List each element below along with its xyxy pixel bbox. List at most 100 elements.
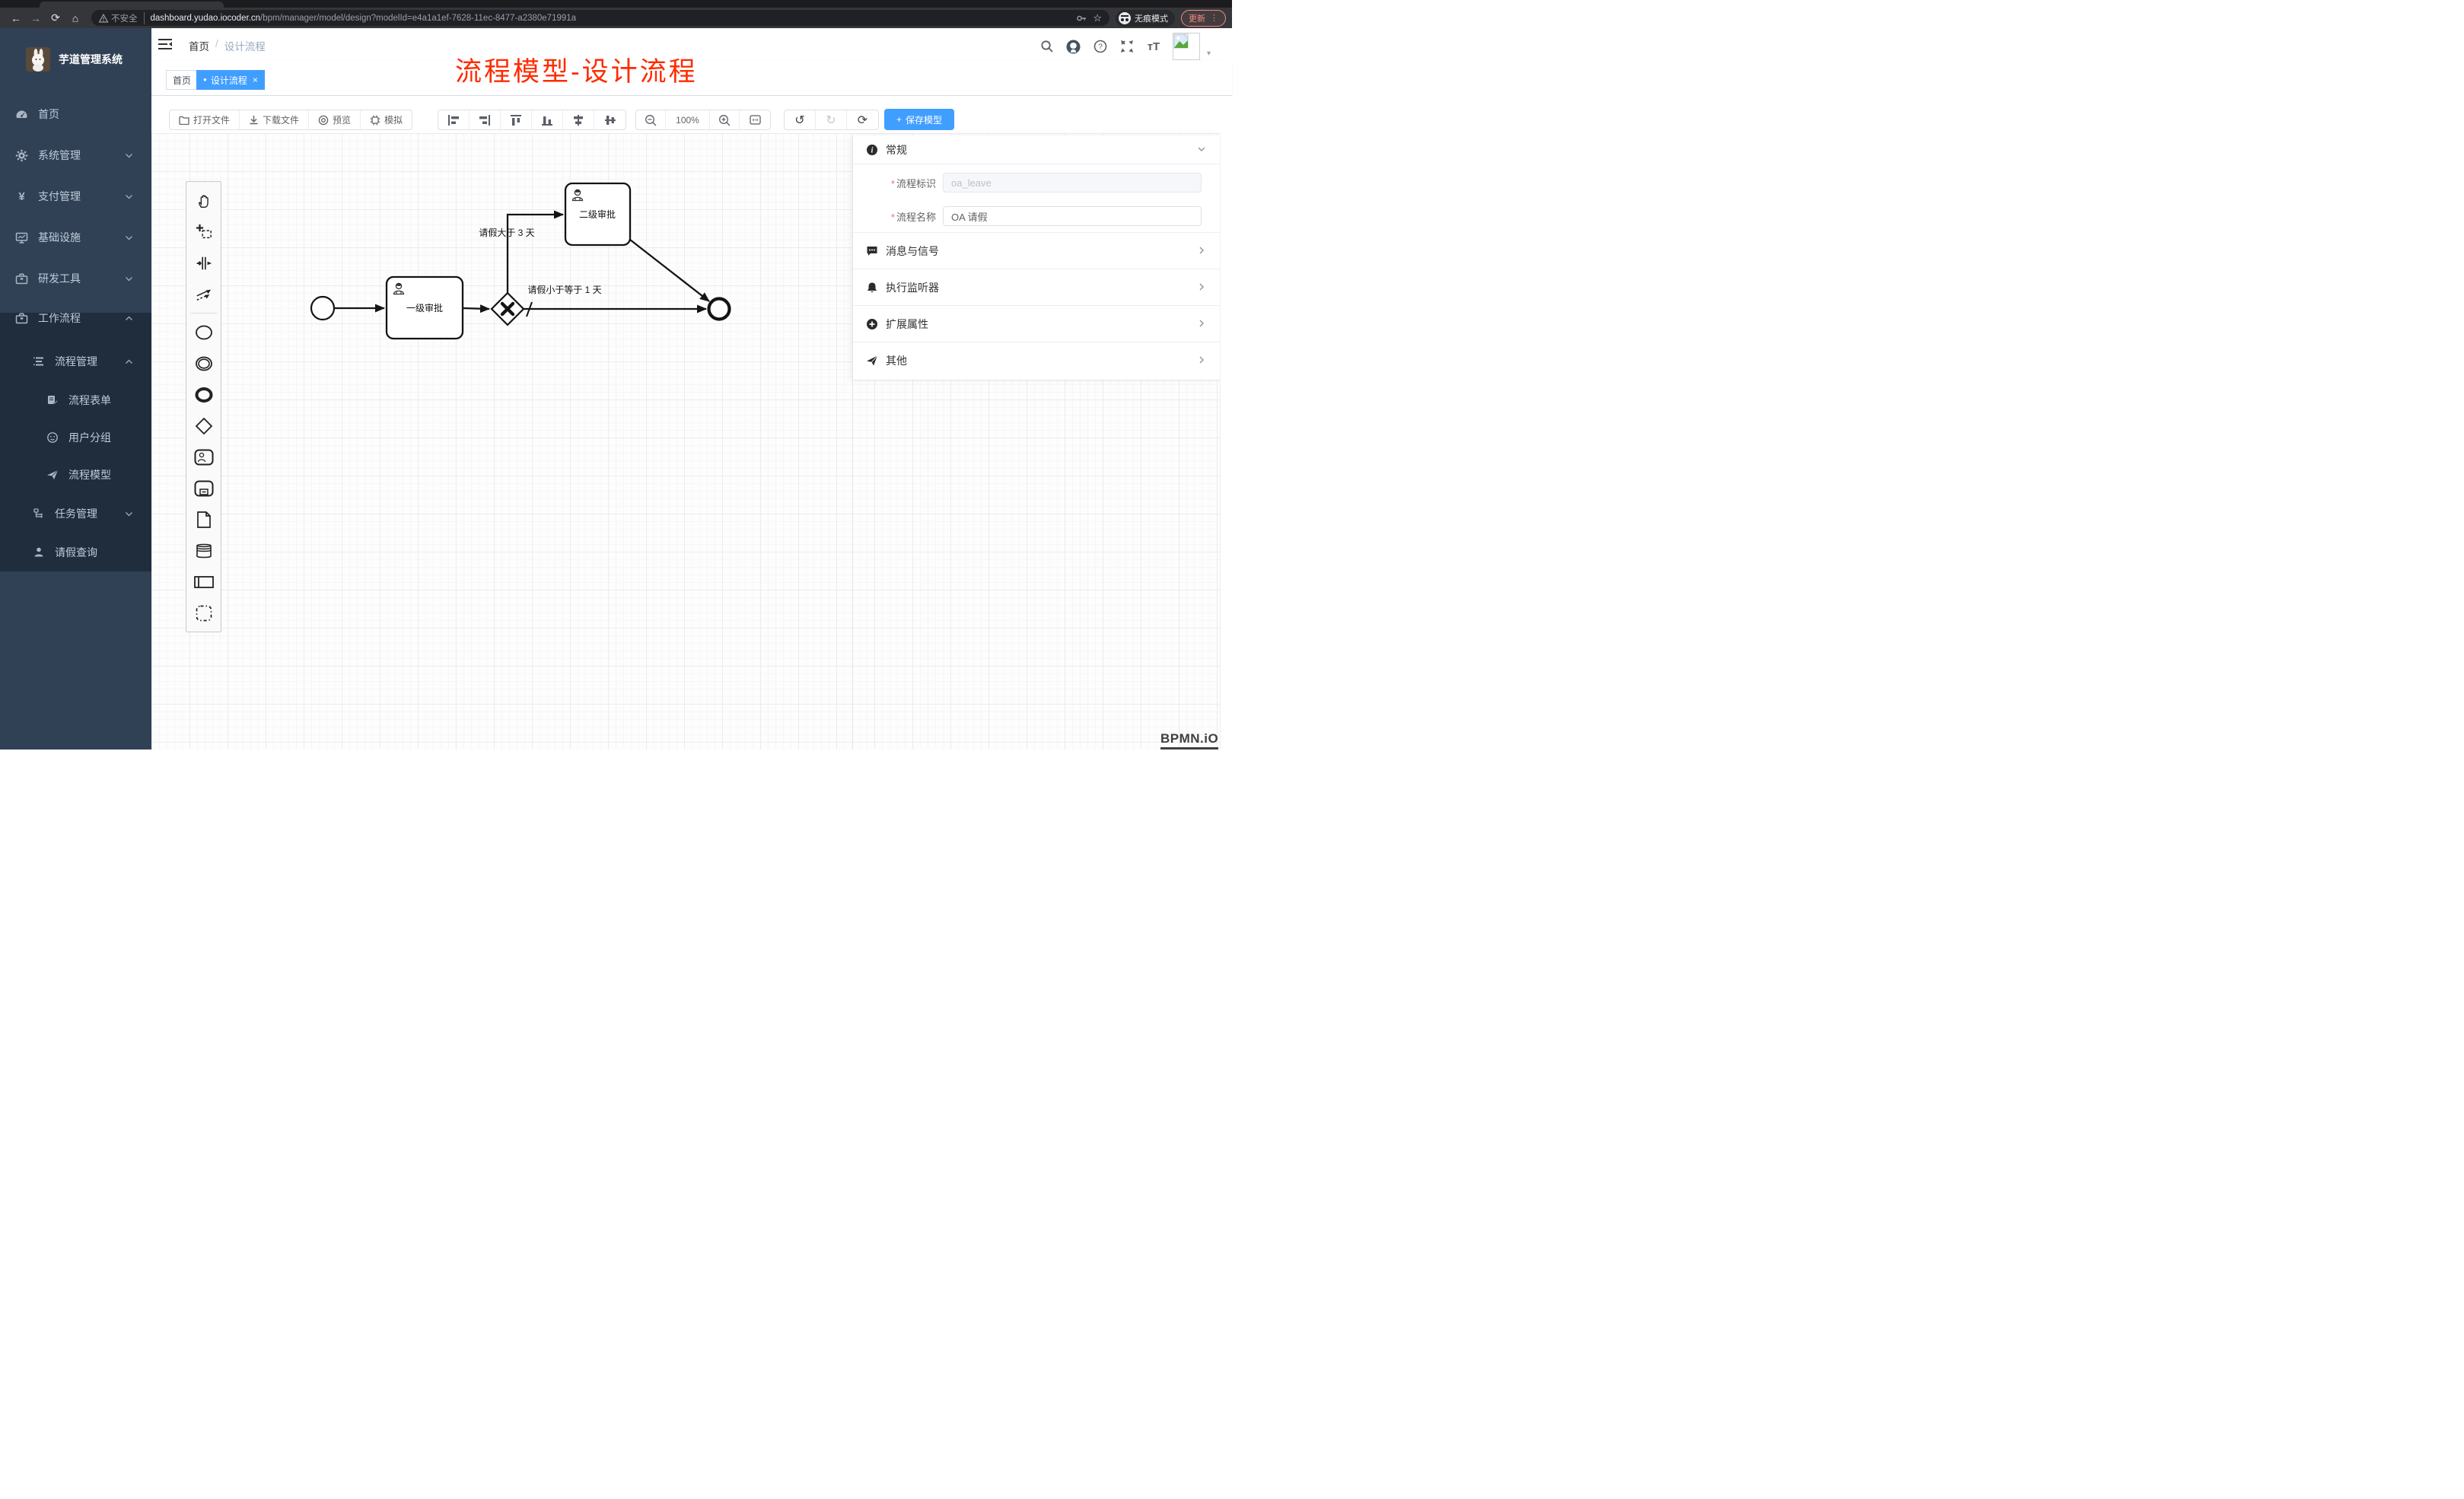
- sidebar-item-task-mgmt[interactable]: 任务管理: [0, 495, 151, 533]
- bookmark-star-icon[interactable]: ☆: [1093, 12, 1102, 24]
- task-level1[interactable]: 一级审批: [387, 277, 463, 339]
- help-icon[interactable]: ?: [1093, 39, 1108, 54]
- sidebar-item-payment[interactable]: ¥ 支付管理: [0, 176, 151, 217]
- github-icon[interactable]: [1066, 39, 1081, 54]
- align-bottom-button[interactable]: [532, 110, 563, 129]
- zoom-value: 100%: [676, 115, 699, 126]
- zoom-in-button[interactable]: [710, 110, 740, 129]
- flow-task1-to-gateway[interactable]: [463, 308, 489, 309]
- tab-home[interactable]: 首页: [166, 70, 198, 90]
- section-listeners[interactable]: 执行监听器: [853, 269, 1220, 306]
- section-extensions[interactable]: 扩展属性: [853, 306, 1220, 342]
- sidebar-item-leave-query[interactable]: 请假查询: [0, 533, 151, 571]
- process-name-input[interactable]: [943, 206, 1202, 226]
- align-right-button[interactable]: [470, 110, 501, 129]
- align-top-button[interactable]: [501, 110, 532, 129]
- zoom-button-group: 100%: [635, 110, 771, 130]
- collapse-sidebar-icon[interactable]: [158, 38, 172, 50]
- home-icon[interactable]: ⌂: [65, 12, 85, 24]
- fullscreen-icon[interactable]: [1119, 39, 1135, 54]
- scrollbar[interactable]: [1220, 133, 1232, 750]
- zoom-out-button[interactable]: [636, 110, 666, 129]
- start-event[interactable]: [311, 297, 334, 320]
- tab-label: 设计流程: [211, 74, 247, 87]
- end-event[interactable]: [709, 299, 730, 320]
- section-general[interactable]: i 常规: [853, 135, 1220, 164]
- chevron-up-icon: [125, 314, 133, 323]
- back-icon[interactable]: ←: [6, 12, 26, 24]
- font-size-icon[interactable]: тT: [1146, 39, 1161, 54]
- section-title: 常规: [886, 142, 907, 158]
- search-icon[interactable]: [1039, 39, 1055, 54]
- sidebar-item-label: 请假查询: [55, 545, 97, 560]
- section-title: 执行监听器: [886, 280, 939, 295]
- sidebar-item-workflow[interactable]: 工作流程: [0, 299, 151, 337]
- browser-tab[interactable]: [40, 2, 224, 8]
- align-center-vertical-button[interactable]: [594, 110, 626, 129]
- url-bar[interactable]: 不安全 dashboard.yudao.iocoder.cn/bpm/manag…: [91, 10, 1109, 26]
- update-button[interactable]: 更新 ⋮: [1181, 10, 1226, 27]
- align-center-horizontal-button[interactable]: [563, 110, 594, 129]
- reload-icon[interactable]: ⟳: [46, 11, 65, 24]
- incognito-label: 无痕模式: [1135, 12, 1168, 24]
- flow-gateway-to-task2[interactable]: [508, 215, 563, 293]
- undo-button[interactable]: ↺: [785, 110, 816, 129]
- zoom-level: 100%: [666, 110, 710, 129]
- redo-icon: ↻: [826, 113, 836, 128]
- restart-button[interactable]: ⟳: [847, 110, 878, 129]
- browser-menu-icon[interactable]: ⋮: [1210, 13, 1218, 23]
- download-file-button[interactable]: 下载文件: [240, 110, 309, 129]
- simulate-button[interactable]: 模拟: [361, 110, 412, 129]
- sidebar-item-devtools[interactable]: 研发工具: [0, 258, 151, 299]
- document-edit-icon: [46, 394, 59, 407]
- sidebar-item-process-mgmt[interactable]: 流程管理: [0, 342, 151, 380]
- dashboard-icon: [15, 108, 28, 121]
- sidebar-item-process-form[interactable]: 流程表单: [0, 381, 151, 419]
- update-label: 更新: [1189, 12, 1205, 24]
- flow-label-le1: 请假小于等于 1 天: [527, 285, 601, 295]
- breadcrumb-home[interactable]: 首页: [189, 38, 209, 53]
- file-button-group: 打开文件 下载文件 预览 模拟: [169, 110, 412, 130]
- info-icon: i: [866, 144, 878, 156]
- section-other[interactable]: 其他: [853, 342, 1220, 379]
- exclusive-gateway[interactable]: [492, 293, 524, 325]
- sidebar-item-infra[interactable]: 基础设施: [0, 217, 151, 258]
- chevron-down-icon: [125, 234, 133, 242]
- monitor-icon: [15, 231, 28, 244]
- flow-label-gt3: 请假大于 3 天: [479, 228, 534, 238]
- avatar[interactable]: [1173, 33, 1200, 60]
- sidebar-item-home[interactable]: 首页: [0, 94, 151, 135]
- task-label: 一级审批: [406, 302, 443, 313]
- flow-task2-to-end[interactable]: [630, 240, 709, 301]
- logo-avatar: [26, 47, 50, 72]
- sidebar-item-user-group[interactable]: 用户分组: [0, 419, 151, 457]
- sidebar-item-process-model[interactable]: 流程模型: [0, 456, 151, 494]
- browser-chrome: ← → ⟳ ⌂ 不安全 dashboard.yudao.iocoder.cn/b…: [0, 0, 1232, 28]
- tab-design[interactable]: ● 设计流程 ×: [196, 70, 265, 90]
- sidebar-item-label: 流程模型: [68, 467, 111, 482]
- open-file-button[interactable]: 打开文件: [170, 110, 240, 129]
- svg-text:?: ?: [1098, 43, 1103, 52]
- folder-icon: [179, 116, 189, 125]
- person-icon: [32, 546, 45, 559]
- key-icon[interactable]: [1076, 13, 1087, 24]
- send-icon: [866, 355, 878, 367]
- section-title: 扩展属性: [886, 317, 928, 332]
- redo-button[interactable]: ↻: [816, 110, 847, 129]
- sidebar-item-system[interactable]: 系统管理: [0, 135, 151, 176]
- briefcase-icon: [15, 272, 28, 285]
- reset-zoom-button[interactable]: [740, 110, 770, 129]
- bpmn-io-logo[interactable]: BPMN.iO: [1160, 731, 1218, 750]
- app-logo: 芋道管理系统: [0, 33, 151, 86]
- task-label: 二级审批: [579, 208, 616, 220]
- task-level2[interactable]: 二级审批: [565, 183, 630, 245]
- browser-tabstrip: [0, 0, 1232, 8]
- close-tab-icon[interactable]: ×: [253, 75, 258, 85]
- align-left-button[interactable]: [438, 110, 470, 129]
- section-messages[interactable]: 消息与信号: [853, 233, 1220, 269]
- preview-button[interactable]: 预览: [309, 110, 361, 129]
- process-name-label: *流程名称: [853, 209, 943, 224]
- save-model-button[interactable]: + 保存模型: [884, 109, 954, 130]
- forward-icon[interactable]: →: [26, 12, 46, 24]
- avatar-caret-icon[interactable]: ▾: [1207, 49, 1211, 58]
